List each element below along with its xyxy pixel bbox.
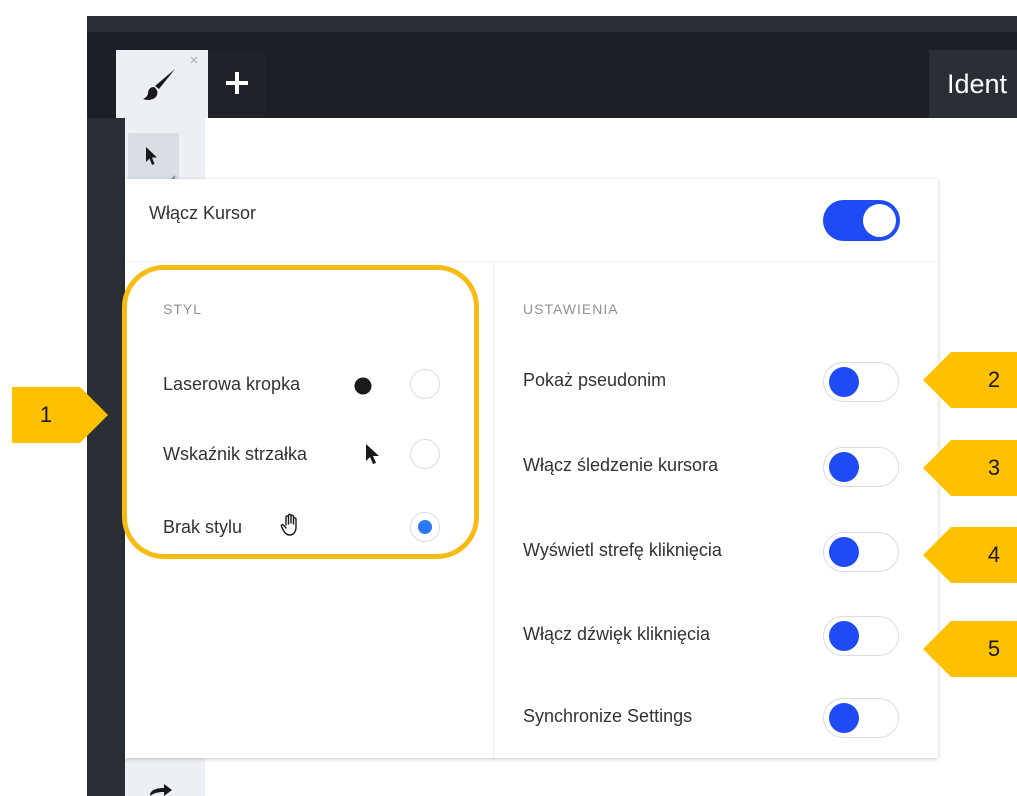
toggle-knob [829,537,859,567]
popover-header: Włącz Kursor [125,179,938,262]
toggle-knob [829,367,859,397]
settings-section-title: USTAWIENIA [523,301,619,317]
callout-number: 5 [987,636,1001,661]
cursor-arrow-icon [146,147,157,165]
callout-number: 4 [987,542,1001,567]
plus-icon [226,72,248,94]
identity-title: Ident [929,50,1017,118]
setting-synchronize: Synchronize Settings [523,696,903,740]
cursor-tracking-toggle[interactable] [823,447,899,487]
redo-icon[interactable] [146,782,176,796]
toggle-knob [829,621,859,651]
toggle-knob [863,204,896,237]
callout-arrow [80,387,108,443]
callout-number: 3 [987,455,1001,480]
enable-cursor-toggle[interactable] [823,200,900,241]
cursor-tool-button[interactable] [128,133,179,185]
callout-3: 3 [923,440,1017,496]
callout-arrow [923,352,951,408]
close-icon[interactable]: × [187,53,201,68]
callout-arrow [923,621,951,677]
callout-2: 2 [923,352,1017,408]
column-divider [493,261,494,758]
setting-click-zone: Wyświetl strefę kliknięcia [523,530,903,574]
callout-1: 1 [12,387,108,443]
callout-arrow [923,527,951,583]
enable-cursor-label: Włącz Kursor [149,203,257,223]
tab-drawing[interactable]: × [116,50,208,118]
add-tab-button[interactable] [208,50,266,118]
paintbrush-icon [143,69,175,100]
click-zone-toggle[interactable] [823,532,899,572]
setting-label: Włącz dźwięk kliknięcia [523,624,711,644]
callout-number: 2 [987,367,1001,392]
setting-label: Włącz śledzenie kursora [523,455,719,475]
setting-label: Wyświetl strefę kliknięcia [523,540,722,560]
setting-show-nickname: Pokaż pseudonim [523,360,903,404]
show-nickname-toggle[interactable] [823,362,899,402]
setting-label: Pokaż pseudonim [523,370,667,390]
toggle-knob [829,452,859,482]
callout-4: 4 [923,527,1017,583]
synchronize-toggle[interactable] [823,698,899,738]
callout-5: 5 [923,621,1017,677]
setting-cursor-tracking: Włącz śledzenie kursora [523,445,903,489]
toggle-knob [829,703,859,733]
callout-arrow [923,440,951,496]
style-section-highlight [122,265,479,559]
top-bar: × Ident [87,32,1017,118]
click-sound-toggle[interactable] [823,616,899,656]
setting-label: Synchronize Settings [523,706,693,726]
setting-click-sound: Włącz dźwięk kliknięcia [523,614,903,658]
callout-number: 1 [39,402,53,427]
